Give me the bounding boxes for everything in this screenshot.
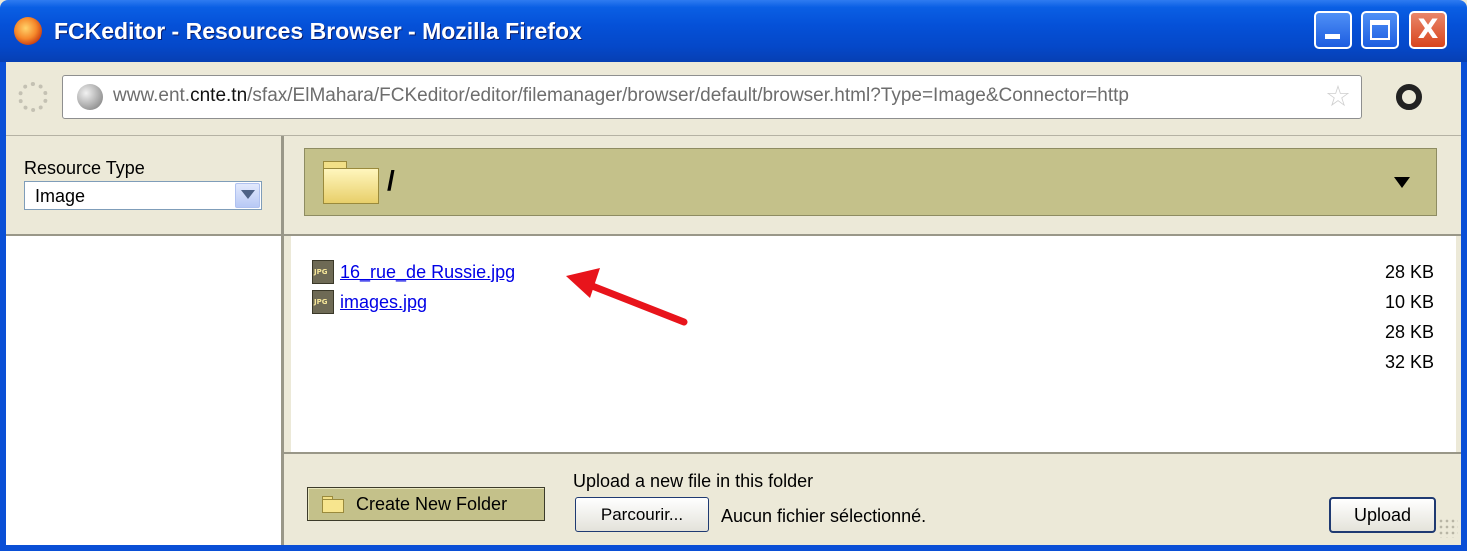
folder-tree-area (6, 236, 281, 545)
folder-icon (322, 496, 344, 513)
current-folder-bar: / (304, 148, 1437, 216)
window-frame-right (1461, 62, 1467, 551)
no-file-selected-text: Aucun fichier sélectionné. (721, 506, 927, 526)
jpg-file-icon: JPG (312, 290, 334, 314)
resource-type-panel: Resource Type Image (6, 136, 284, 545)
create-new-folder-button[interactable]: Create New Folder (307, 487, 545, 521)
window-titlebar[interactable]: FCKeditor - Resources Browser - Mozilla … (0, 0, 1467, 62)
annotation-arrow-icon (566, 268, 688, 326)
browser-addon-icon[interactable] (1396, 84, 1422, 110)
browse-button[interactable]: Parcourir... (575, 497, 709, 532)
file-list: JPG 16_rue_de Russie.jpg JPG images.jpg 28… (291, 236, 1456, 452)
close-button[interactable]: X (1409, 11, 1447, 49)
upload-button[interactable]: Upload (1329, 497, 1436, 533)
divider (284, 452, 1461, 454)
resources-browser: Resource Type Image / JPG 16_rue_de Russi… (6, 136, 1461, 545)
minimize-icon (1325, 34, 1340, 39)
bookmark-star-icon[interactable]: ☆ (1325, 81, 1351, 111)
resource-type-value: Image (35, 186, 86, 206)
resource-type-label: Resource Type (24, 158, 145, 178)
file-size: 28 KB (1384, 322, 1434, 342)
url-text: www.ent.cnte.tn/sfax/ElMahara/FCKeditor/… (113, 85, 1129, 106)
file-link[interactable]: 16_rue_de Russie.jpg (340, 262, 515, 283)
url-field[interactable]: www.ent.cnte.tn/sfax/ElMahara/FCKeditor/… (62, 75, 1362, 119)
address-bar: www.ent.cnte.tn/sfax/ElMahara/FCKeditor/… (6, 62, 1461, 136)
current-path: / (387, 165, 395, 196)
firefox-icon (14, 17, 42, 45)
create-new-folder-label: Create New Folder (356, 494, 508, 514)
upload-instructions: Upload a new file in this folder (573, 471, 814, 491)
dropdown-button[interactable] (235, 183, 260, 208)
loading-spinner-icon (18, 82, 48, 112)
path-dropdown-icon[interactable] (1394, 177, 1410, 188)
file-size: 28 KB (1384, 262, 1434, 282)
file-size: 10 KB (1384, 292, 1434, 312)
site-identity-icon[interactable] (77, 84, 103, 110)
folder-icon (323, 161, 379, 204)
jpg-file-icon: JPG (312, 260, 334, 284)
file-size: 32 KB (1384, 352, 1434, 372)
chevron-down-icon (241, 190, 255, 199)
file-row[interactable]: JPG 16_rue_de Russie.jpg (312, 260, 515, 288)
resource-type-select[interactable]: Image (24, 181, 262, 210)
maximize-button[interactable] (1361, 11, 1399, 49)
window-frame-bottom (0, 545, 1467, 551)
file-row[interactable]: JPG images.jpg (312, 290, 427, 318)
minimize-button[interactable] (1314, 11, 1352, 49)
close-icon: X (1417, 14, 1439, 45)
resize-grip-icon[interactable] (1438, 518, 1458, 538)
maximize-icon (1370, 20, 1390, 40)
file-link[interactable]: images.jpg (340, 292, 427, 313)
window-title: FCKeditor - Resources Browser - Mozilla … (54, 18, 582, 44)
